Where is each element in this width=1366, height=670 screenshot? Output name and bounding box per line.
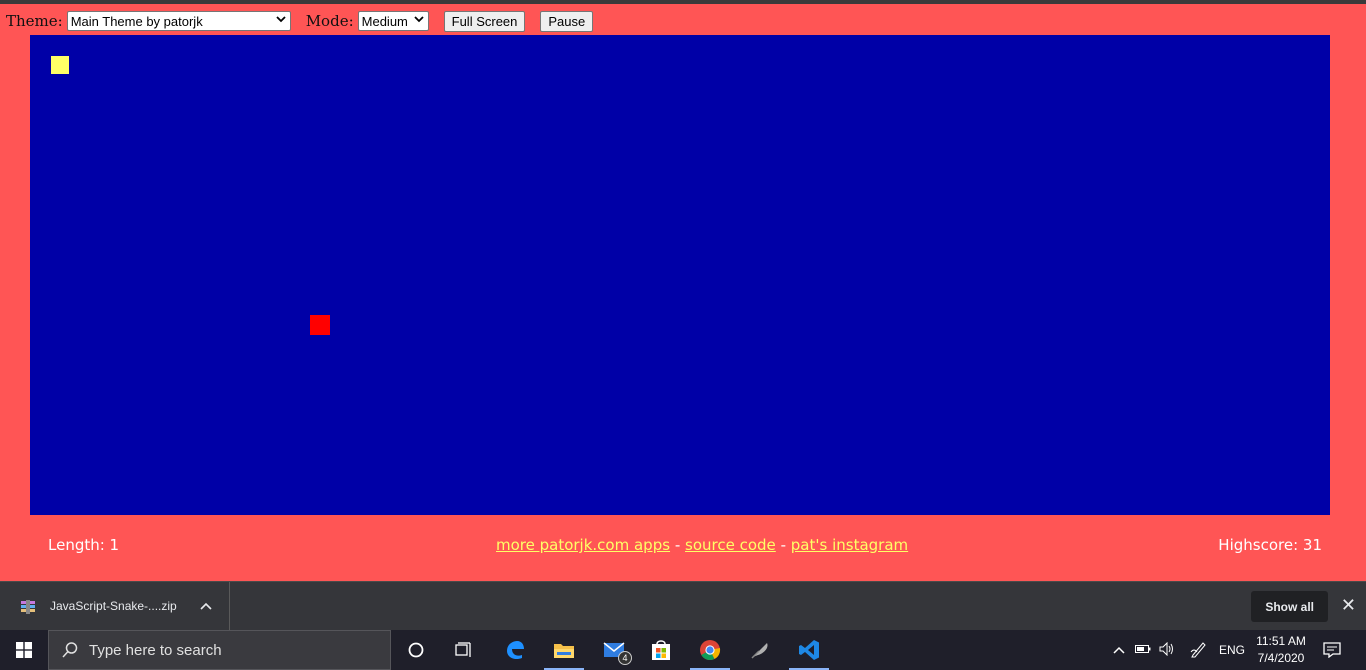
- chrome-icon: [700, 640, 721, 660]
- chevron-up-icon[interactable]: [200, 598, 212, 614]
- pen-workspace-icon[interactable]: [1189, 640, 1207, 661]
- browser-top-strip: [0, 0, 1366, 4]
- clock[interactable]: 11:51 AM 7/4/2020: [1250, 633, 1312, 667]
- start-button[interactable]: [0, 630, 48, 670]
- instagram-link[interactable]: pat's instagram: [791, 536, 908, 554]
- windows-taskbar: Type here to search 4 ENG 11:51 AM 7/4/2…: [0, 630, 1366, 670]
- close-icon[interactable]: ✕: [1341, 595, 1356, 616]
- chrome-taskbar-button[interactable]: [686, 630, 734, 670]
- feather-pen-icon: [751, 643, 768, 659]
- mail-taskbar-button[interactable]: 4: [590, 630, 638, 670]
- full-screen-button[interactable]: Full Screen: [443, 10, 526, 32]
- chevron-down-icon: [414, 15, 424, 26]
- clock-time: 11:51 AM: [1256, 634, 1306, 648]
- link-separator: -: [780, 536, 786, 554]
- chevron-up-icon[interactable]: [1113, 643, 1125, 657]
- download-item[interactable]: JavaScript-Snake-....zip: [0, 582, 230, 630]
- file-explorer-button[interactable]: [540, 630, 588, 670]
- food-block: [310, 315, 330, 335]
- task-view-button[interactable]: [440, 630, 488, 670]
- mail-count-badge: 4: [618, 651, 632, 665]
- volume-icon[interactable]: [1159, 641, 1175, 659]
- cortana-button[interactable]: [392, 630, 440, 670]
- store-taskbar-button[interactable]: [637, 630, 685, 670]
- search-placeholder: Type here to search: [89, 641, 222, 659]
- download-bar: JavaScript-Snake-....zip Show all ✕: [0, 581, 1366, 630]
- highscore-counter: Highscore: 31: [1218, 536, 1322, 554]
- store-icon: [652, 640, 670, 660]
- pen-app-taskbar-button[interactable]: [736, 630, 784, 670]
- game-controls: Theme: Main Theme by patorjk Mode: Mediu…: [6, 10, 594, 32]
- mode-select[interactable]: Medium: [357, 11, 429, 31]
- search-icon: [62, 642, 78, 658]
- theme-label: Theme:: [6, 12, 63, 30]
- length-counter: Length: 1: [48, 536, 120, 554]
- taskbar-search-input[interactable]: Type here to search: [48, 630, 391, 670]
- edge-taskbar-button[interactable]: [491, 630, 539, 670]
- source-code-link[interactable]: source code: [685, 536, 776, 554]
- game-board[interactable]: [30, 35, 1330, 515]
- mode-select-value: Medium: [361, 13, 408, 29]
- chevron-down-icon: [276, 15, 286, 26]
- theme-select-value: Main Theme by patorjk: [70, 13, 203, 29]
- windows-logo-icon: [16, 642, 32, 658]
- edge-icon: [507, 641, 524, 660]
- snake-head: [51, 56, 69, 74]
- folder-icon: [554, 644, 574, 658]
- download-file-name: JavaScript-Snake-....zip: [50, 599, 177, 613]
- vscode-taskbar-button[interactable]: [785, 630, 833, 670]
- battery-icon[interactable]: [1135, 643, 1151, 657]
- notification-icon: [1323, 642, 1341, 658]
- link-separator: -: [674, 536, 681, 554]
- more-apps-link[interactable]: more patorjk.com apps: [496, 536, 670, 554]
- mode-label: Mode:: [305, 12, 354, 30]
- cortana-icon: [408, 642, 424, 658]
- footer-links: more patorjk.com apps - source code - pa…: [496, 536, 908, 554]
- language-indicator[interactable]: ENG: [1219, 643, 1245, 657]
- action-center-button[interactable]: [1312, 630, 1352, 670]
- show-all-button[interactable]: Show all: [1251, 591, 1328, 622]
- task-view-icon: [455, 642, 471, 657]
- clock-date: 7/4/2020: [1257, 651, 1305, 665]
- system-tray: ENG: [1113, 630, 1245, 670]
- pause-button[interactable]: Pause: [540, 10, 594, 32]
- theme-select[interactable]: Main Theme by patorjk: [66, 11, 291, 31]
- vscode-icon: [799, 640, 819, 660]
- archive-file-icon: [20, 599, 36, 614]
